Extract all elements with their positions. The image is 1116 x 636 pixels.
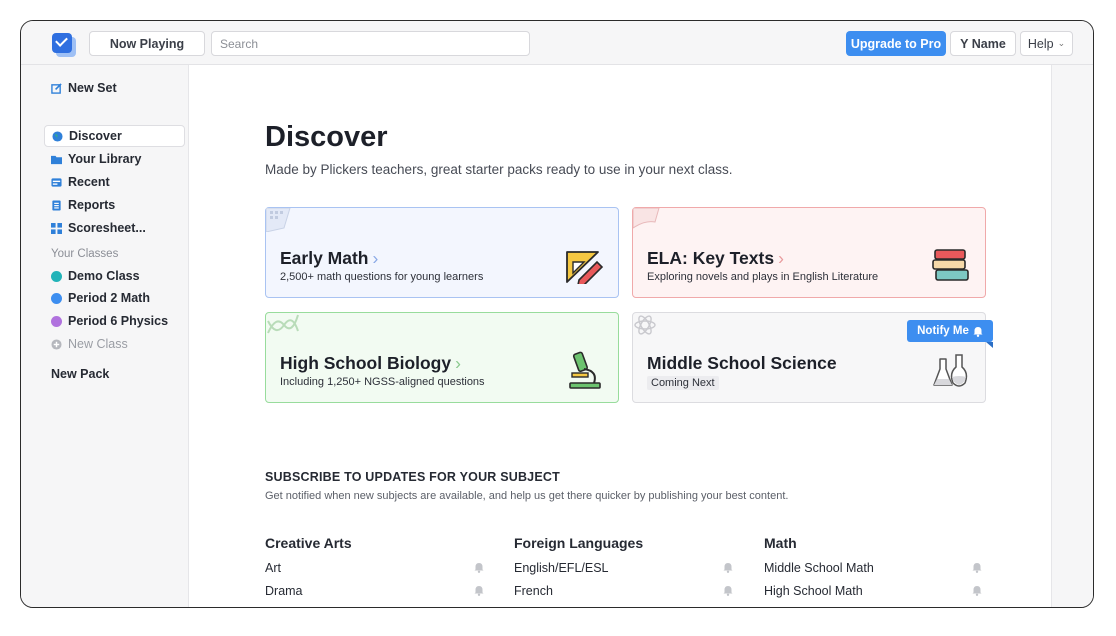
sidebar-item-label: Reports — [68, 198, 116, 212]
book-corner-icon — [633, 208, 660, 229]
bell-icon[interactable] — [474, 585, 484, 596]
sidebar-item-recent[interactable]: Recent — [44, 171, 185, 193]
subscribe-description: Get notified when new subjects are avail… — [265, 490, 789, 502]
pack-card-high-school-biology[interactable]: High School Biology › Including 1,250+ NG… — [265, 312, 619, 403]
subject-item: High School Math — [764, 584, 863, 598]
sidebar-item-label: Scoresheet... — [68, 221, 146, 235]
subject-column-title: Math — [764, 535, 797, 551]
class-color-dot — [51, 292, 62, 304]
card-title: Early Math › — [280, 248, 378, 269]
calculator-corner-icon — [266, 208, 291, 232]
sidebar-item-label: Demo Class — [68, 269, 140, 283]
sidebar-item-label: Period 2 Math — [68, 291, 150, 305]
subscribe-heading: SUBSCRIBE TO UPDATES FOR YOUR SUBJECT — [265, 470, 560, 484]
chevron-right-icon: › — [372, 248, 379, 268]
sidebar-item-scoresheet[interactable]: Scoresheet... — [44, 217, 185, 239]
sidebar-item-your-library[interactable]: Your Library — [44, 148, 185, 170]
grid-icon — [51, 222, 62, 234]
globe-icon — [52, 130, 63, 142]
books-icon — [932, 249, 969, 281]
sidebar-item-discover[interactable]: Discover — [44, 125, 185, 147]
class-color-dot — [51, 270, 62, 282]
sidebar-item-label: Discover — [69, 129, 122, 143]
subject-item: Middle School Math — [764, 561, 874, 575]
card-title-text: High School Biology — [280, 353, 452, 373]
app-window: Now Playing Upgrade to Pro Y Name Help ⌄… — [20, 20, 1094, 608]
bell-icon[interactable] — [474, 562, 484, 573]
dna-corner-icon — [267, 314, 299, 334]
bell-icon[interactable] — [972, 562, 982, 573]
card-title-text: Middle School Science — [647, 353, 837, 373]
card-subtitle: Including 1,250+ NGSS-aligned questions — [280, 376, 485, 388]
plickers-logo-icon[interactable] — [52, 33, 72, 53]
card-title: Middle School Science — [647, 353, 837, 374]
subject-column-title: Creative Arts — [265, 535, 352, 551]
card-title: ELA: Key Texts › — [647, 248, 784, 269]
now-playing-button[interactable]: Now Playing — [89, 31, 205, 56]
page-title: Discover — [265, 121, 388, 153]
your-classes-heading: Your Classes — [51, 248, 119, 260]
plus-circle-icon — [51, 338, 62, 350]
new-set-button[interactable]: New Set — [44, 77, 185, 99]
sidebar-item-reports[interactable]: Reports — [44, 194, 185, 216]
card-title: High School Biology › — [280, 353, 461, 374]
notify-me-button[interactable]: Notify Me — [907, 320, 993, 348]
subject-item: Art — [265, 561, 281, 575]
card-title-text: ELA: Key Texts — [647, 248, 775, 268]
subject-item: Drama — [265, 584, 303, 598]
bell-icon[interactable] — [723, 562, 733, 573]
help-menu-button[interactable]: Help ⌄ — [1020, 31, 1073, 56]
flasks-icon — [933, 354, 968, 387]
sidebar-item-label: Recent — [68, 175, 110, 189]
search-input[interactable] — [211, 31, 530, 56]
sidebar-item-period-6-physics[interactable]: Period 6 Physics — [44, 310, 185, 332]
class-color-dot — [51, 315, 62, 327]
clock-icon — [51, 177, 62, 187]
card-subtitle: Exploring novels and plays in English Li… — [647, 271, 879, 283]
edit-icon — [51, 82, 62, 94]
new-class-button[interactable]: New Class — [44, 333, 185, 355]
ruler-pencil-icon — [566, 251, 604, 284]
atom-corner-icon — [634, 315, 656, 335]
microscope-icon — [569, 351, 601, 389]
folder-icon — [51, 155, 62, 164]
chevron-right-icon: › — [455, 353, 461, 373]
help-label: Help — [1027, 36, 1054, 51]
sidebar-item-label: Period 6 Physics — [68, 314, 169, 328]
bell-icon[interactable] — [972, 585, 982, 596]
sidebar: New Set Discover Your Library Recent Rep… — [21, 65, 189, 607]
new-class-label: New Class — [68, 337, 128, 351]
subject-item: English/EFL/ESL — [514, 561, 609, 575]
bell-icon[interactable] — [723, 585, 733, 596]
top-bar: Now Playing Upgrade to Pro Y Name Help ⌄ — [21, 21, 1093, 65]
sidebar-item-label: Your Library — [68, 152, 142, 166]
page-subtitle: Made by Plickers teachers, great starter… — [265, 162, 733, 177]
card-title-text: Early Math — [280, 248, 369, 268]
pack-card-ela-key-texts[interactable]: ELA: Key Texts › Exploring novels and pla… — [632, 207, 986, 298]
chevron-down-icon: ⌄ — [1057, 38, 1066, 48]
new-set-label: New Set — [68, 81, 117, 95]
sidebar-item-demo-class[interactable]: Demo Class — [44, 265, 185, 287]
report-icon — [52, 199, 61, 211]
bell-icon — [973, 326, 983, 337]
subject-column-title: Foreign Languages — [514, 535, 644, 551]
notify-me-label: Notify Me — [917, 325, 969, 337]
pack-card-early-math[interactable]: Early Math › 2,500+ math questions for yo… — [265, 207, 619, 298]
card-subtitle: 2,500+ math questions for young learners — [280, 271, 484, 283]
chevron-right-icon: › — [778, 248, 784, 268]
right-gutter — [1051, 65, 1093, 607]
user-menu-button[interactable]: Y Name — [950, 31, 1016, 56]
subject-item: French — [514, 584, 553, 598]
upgrade-to-pro-button[interactable]: Upgrade to Pro — [846, 31, 946, 56]
sidebar-item-period-2-math[interactable]: Period 2 Math — [44, 287, 185, 309]
new-pack-button[interactable]: New Pack — [44, 363, 185, 385]
coming-next-badge: Coming Next — [647, 376, 719, 390]
new-pack-label: New Pack — [51, 367, 110, 381]
